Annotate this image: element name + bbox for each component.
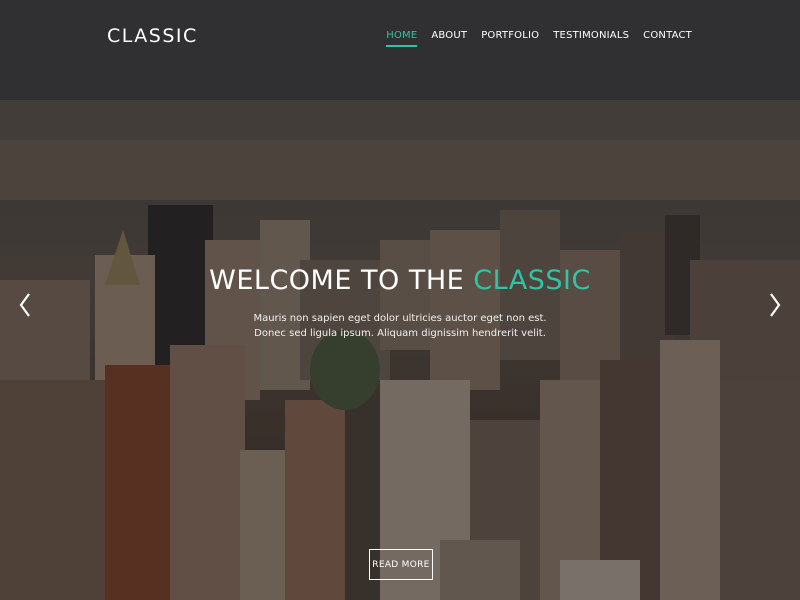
hero-description: Mauris non sapien eget dolor ultricies a… bbox=[0, 311, 800, 341]
site-logo[interactable]: CLASSIC bbox=[107, 25, 198, 47]
hero-title-accent: CLASSIC bbox=[473, 265, 591, 296]
hero-title: WELCOME TO THE CLASSIC bbox=[0, 265, 800, 296]
nav-item-contact[interactable]: CONTACT bbox=[643, 30, 692, 47]
main-navigation: HOME ABOUT PORTFOLIO TESTIMONIALS CONTAC… bbox=[372, 30, 692, 47]
nav-item-home[interactable]: HOME bbox=[386, 30, 418, 47]
hero-title-main: WELCOME TO THE bbox=[209, 265, 474, 296]
nav-item-about[interactable]: ABOUT bbox=[431, 30, 467, 47]
hero-text-line-1: Mauris non sapien eget dolor ultricies a… bbox=[253, 313, 547, 324]
nav-item-portfolio[interactable]: PORTFOLIO bbox=[481, 30, 539, 47]
hero-text-line-2: Donec sed ligula ipsum. Aliquam dignissi… bbox=[254, 328, 546, 339]
dark-overlay bbox=[0, 0, 800, 600]
nav-item-testimonials[interactable]: TESTIMONIALS bbox=[553, 30, 629, 47]
read-more-button[interactable]: READ MORE bbox=[369, 549, 433, 580]
